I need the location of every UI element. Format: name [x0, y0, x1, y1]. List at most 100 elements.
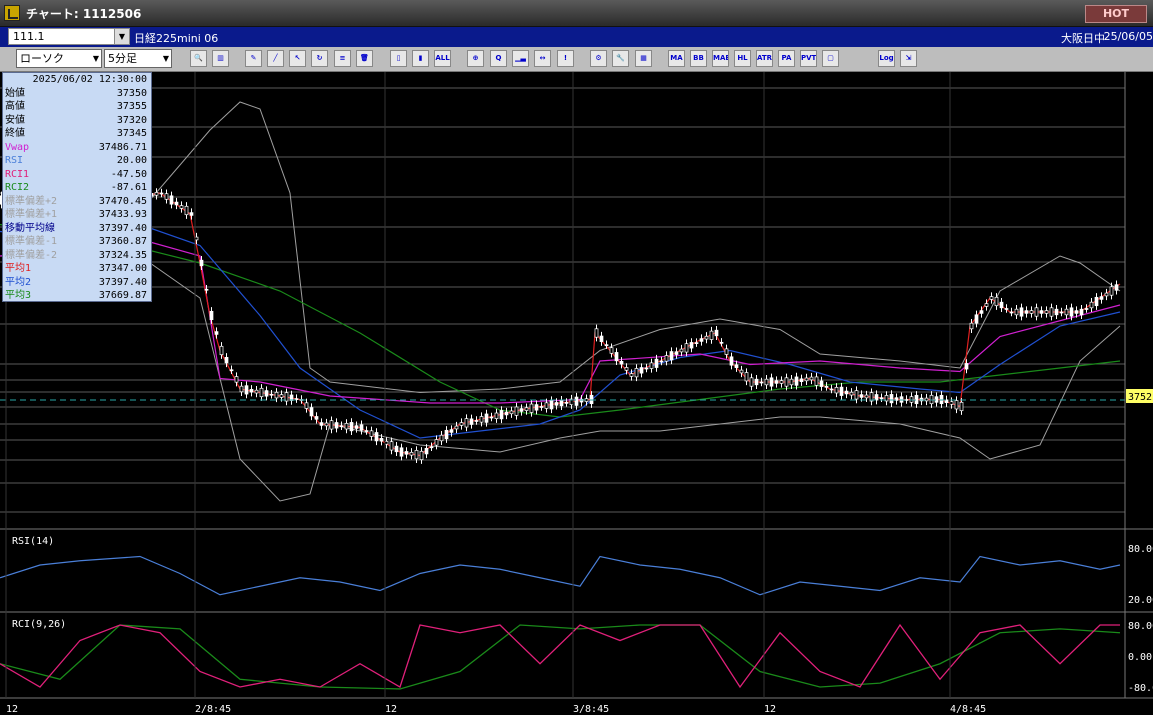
- candle-body: [874, 394, 879, 401]
- candle-body: [964, 363, 969, 370]
- info-row-label: 平均2: [5, 276, 32, 288]
- candle-body: [694, 342, 699, 344]
- candle-body: [539, 406, 544, 408]
- info-datetime: 2025/06/02 12:30:00: [32, 74, 147, 85]
- candle-body: [259, 387, 264, 398]
- candle-body: [349, 422, 354, 432]
- candle-body: [749, 377, 754, 387]
- candle-body: [979, 310, 984, 314]
- candle-body: [839, 386, 844, 396]
- search-icon[interactable]: 🔍: [190, 50, 207, 67]
- candle-body: [249, 389, 254, 393]
- candle-body: [214, 331, 219, 335]
- interval-select[interactable]: 5分足 ▼: [104, 49, 172, 68]
- candle-body: [744, 372, 749, 382]
- candle-body: [509, 410, 514, 415]
- symbol-dropdown-button[interactable]: ▼: [114, 28, 130, 45]
- current-price-label: 3752: [1128, 392, 1152, 403]
- symbol-input[interactable]: 111.1: [8, 28, 116, 45]
- candle-body: [464, 418, 469, 428]
- candle-body: [454, 425, 459, 430]
- candle-body: [629, 373, 634, 377]
- hl-icon[interactable]: HL: [734, 50, 751, 67]
- candle-body: [394, 445, 399, 453]
- candle-body: [529, 403, 534, 413]
- info-row-label: 標準偏差-1: [5, 236, 58, 247]
- candle-body: [1049, 307, 1054, 317]
- mae-icon[interactable]: MAE: [712, 50, 729, 67]
- candle-body: [704, 335, 709, 340]
- candle-body: [594, 328, 599, 338]
- candle-body: [329, 420, 334, 430]
- bar-chart-icon[interactable]: ▁▃: [512, 50, 529, 67]
- candle-body: [819, 380, 824, 387]
- arrows-icon[interactable]: ↔: [534, 50, 551, 67]
- chart-area[interactable]: 38400382003800037800376003740037200 3752…: [0, 72, 1153, 715]
- info-row-label: 安値: [5, 114, 25, 126]
- candle-red-icon[interactable]: ▮: [412, 50, 429, 67]
- candle-body: [574, 396, 579, 406]
- candle-body: [769, 377, 774, 387]
- trash-icon[interactable]: 🗑: [356, 50, 373, 67]
- paraboric-icon[interactable]: PA: [778, 50, 795, 67]
- time-tick-label: 2/8:45: [195, 704, 231, 715]
- candle-body: [959, 401, 964, 412]
- candle-body: [314, 416, 319, 420]
- candle-icon[interactable]: ▯: [390, 50, 407, 67]
- info-row-label: 標準偏差+2: [5, 195, 58, 207]
- info-row-value: 37470.45: [98, 195, 147, 207]
- info-row-label: Vwap: [5, 141, 30, 153]
- bb-icon[interactable]: BB: [690, 50, 707, 67]
- candle-body: [609, 347, 614, 354]
- pvt-icon[interactable]: PVT: [800, 50, 817, 67]
- candle-body: [699, 338, 704, 342]
- candle-body: [189, 212, 194, 216]
- rotate-icon[interactable]: ↻: [311, 50, 328, 67]
- candle-body: [1064, 308, 1069, 316]
- export-icon[interactable]: ⇲: [900, 50, 917, 67]
- cursor-icon[interactable]: ↖: [289, 50, 306, 67]
- info-row-value: 37350: [116, 87, 147, 99]
- info-row-label: RSI: [5, 155, 24, 166]
- log-icon[interactable]: Log: [878, 50, 895, 67]
- current-date: 25/06/05: [1103, 30, 1153, 43]
- all-icon[interactable]: ALL: [434, 50, 451, 67]
- settings-icon[interactable]: ⚙: [590, 50, 607, 67]
- info-row: RCI2 -87.61: [3, 181, 151, 195]
- zoom-icon[interactable]: Q: [490, 50, 507, 67]
- candle-body: [1099, 296, 1104, 300]
- line-icon[interactable]: ╱: [267, 50, 284, 67]
- candle-body: [994, 296, 999, 307]
- candle-body: [459, 422, 464, 426]
- candle-body: [794, 376, 799, 386]
- chart-type-select[interactable]: ローソク ▼: [16, 49, 102, 68]
- candle-body: [1104, 292, 1109, 297]
- candle-body: [624, 367, 629, 371]
- pen-icon[interactable]: ✎: [245, 50, 262, 67]
- rsi-tick-label: 20.00: [1128, 595, 1153, 606]
- candle-body: [264, 390, 269, 397]
- zoom-chart-icon[interactable]: ⊕: [467, 50, 484, 67]
- candle-body: [1089, 301, 1094, 309]
- candle-body: [364, 430, 369, 432]
- info-row-label: 標準偏差-2: [5, 249, 58, 261]
- ma-icon[interactable]: MA: [668, 50, 685, 67]
- palette-icon[interactable]: ▦: [635, 50, 652, 67]
- hot-badge[interactable]: HOT: [1085, 5, 1147, 23]
- square-icon[interactable]: ▢: [822, 50, 839, 67]
- info-row: 標準偏差+2 37470.45: [3, 195, 151, 209]
- candle-body: [424, 447, 429, 455]
- candle-body: [674, 351, 679, 355]
- candle-body: [859, 394, 864, 398]
- info-row-value: 37397.40: [98, 276, 147, 288]
- notes-icon[interactable]: ≡: [334, 50, 351, 67]
- info-row: RCI1 -47.50: [3, 168, 151, 182]
- exclamation-icon[interactable]: !: [557, 50, 574, 67]
- atr-icon[interactable]: ATR: [756, 50, 773, 67]
- wrench-icon[interactable]: 🔧: [612, 50, 629, 67]
- columns-icon[interactable]: ▥: [212, 50, 229, 67]
- candle-body: [179, 205, 184, 209]
- candle-body: [274, 391, 279, 399]
- info-row-value: 20.00: [116, 155, 147, 166]
- info-row-value: 37397.40: [98, 222, 147, 234]
